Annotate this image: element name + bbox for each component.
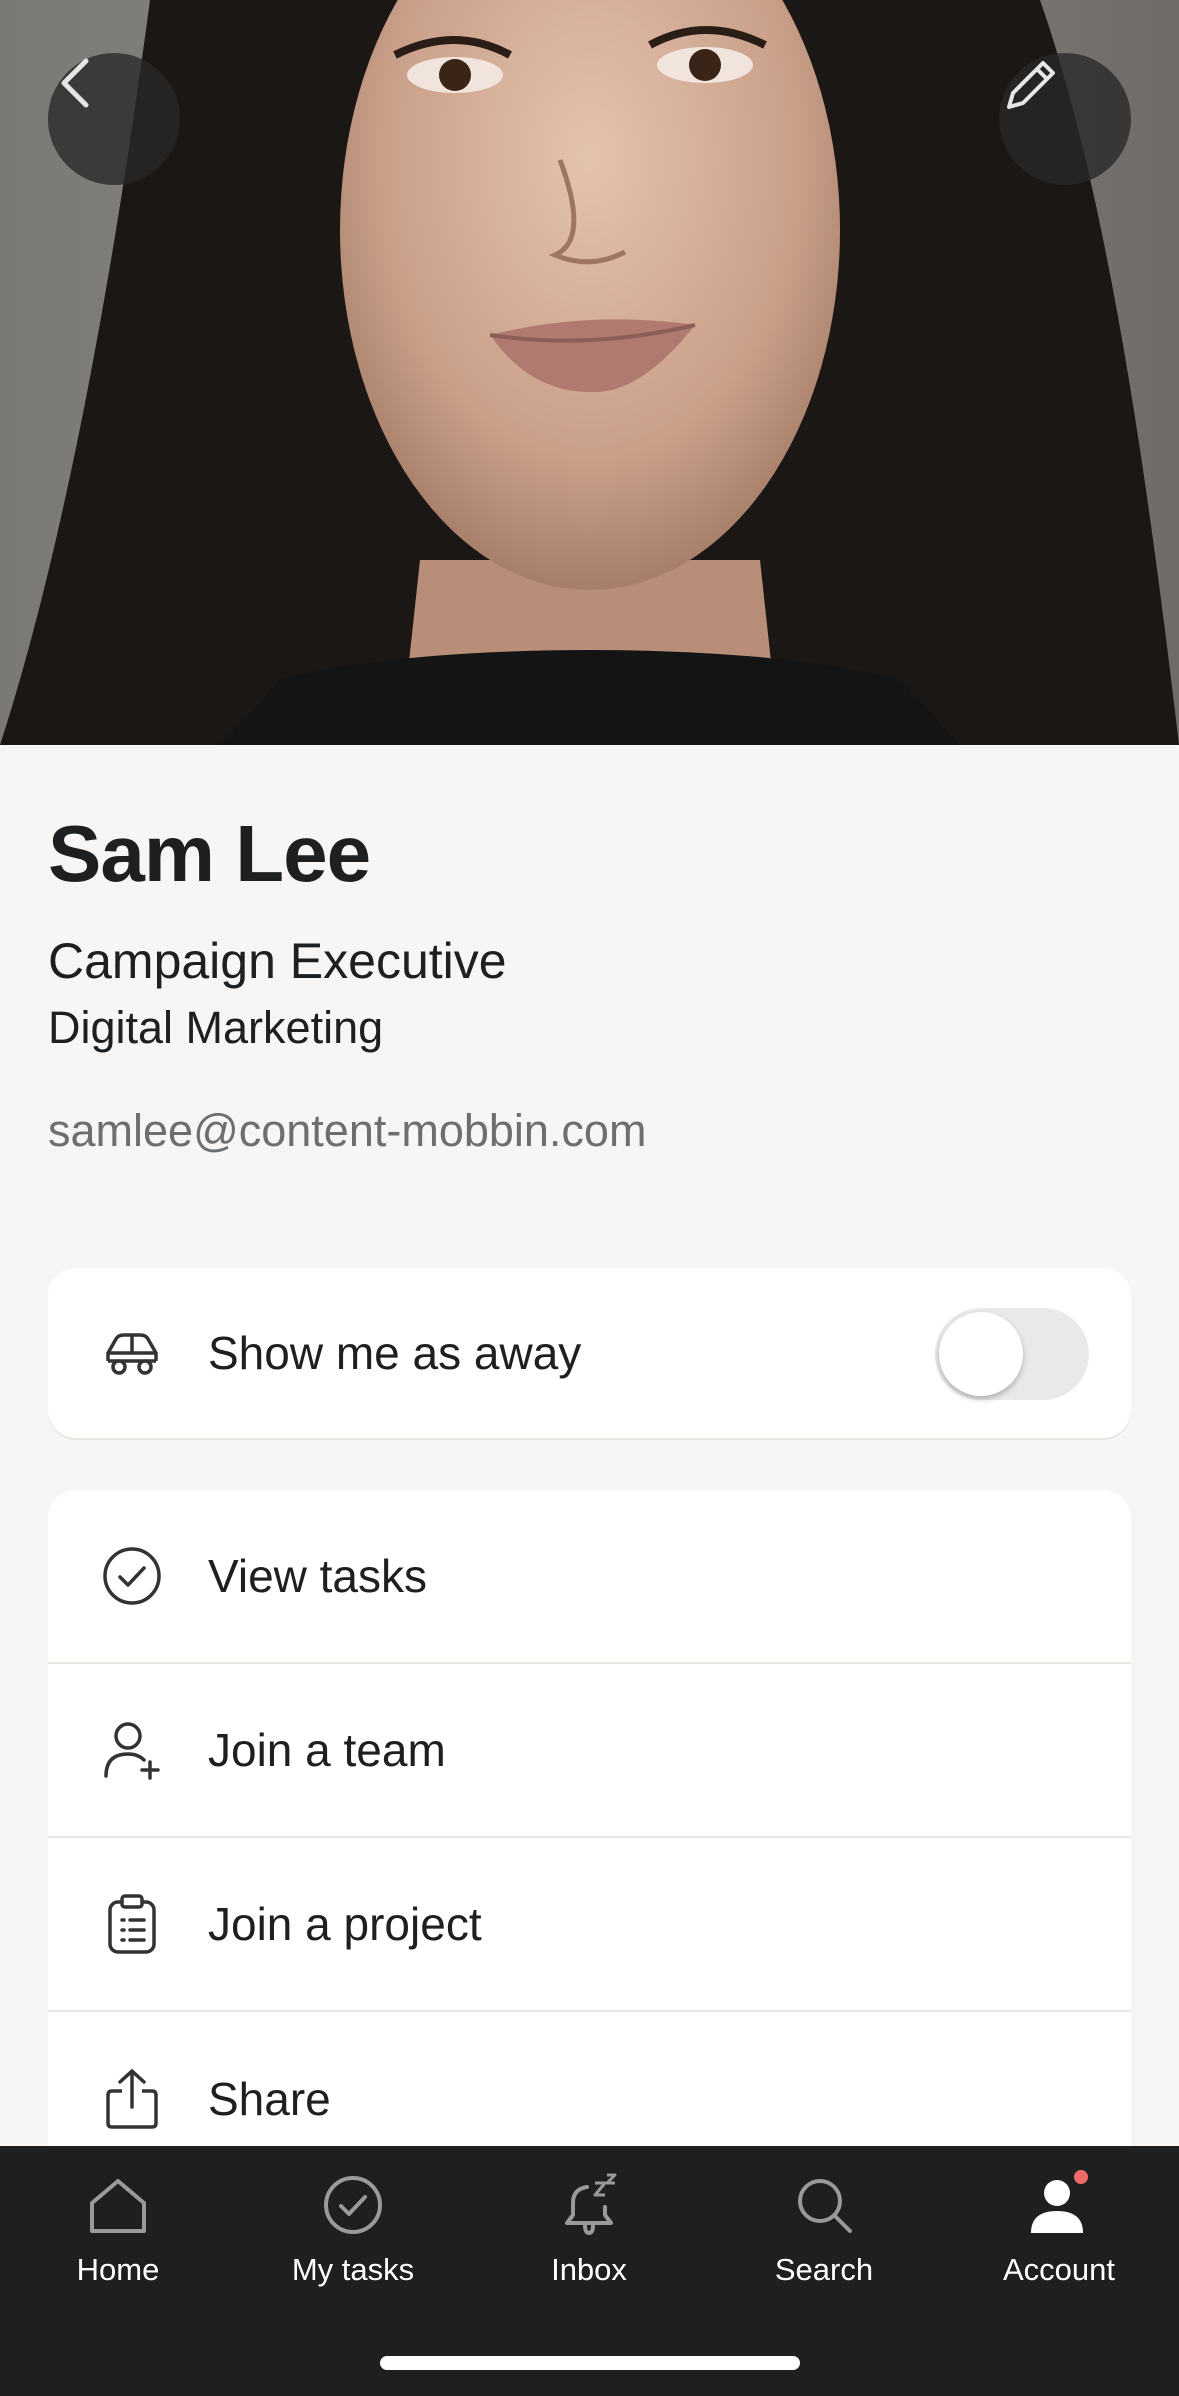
search-icon bbox=[789, 2170, 859, 2240]
profile-department: Digital Marketing bbox=[48, 1002, 384, 1053]
tab-account-label: Account bbox=[1002, 2252, 1115, 2287]
view-tasks-row[interactable]: View tasks bbox=[48, 1490, 1131, 1664]
join-project-label: Join a project bbox=[208, 1898, 482, 1950]
tab-account[interactable]: Account bbox=[959, 2167, 1159, 2288]
account-icon bbox=[1024, 2167, 1094, 2240]
away-toggle[interactable] bbox=[935, 1308, 1089, 1400]
check-circle-icon bbox=[318, 2170, 388, 2240]
share-label: Share bbox=[208, 2073, 331, 2125]
actions-card: View tasks Join a team Join a project Sh… bbox=[48, 1490, 1131, 2250]
home-indicator[interactable] bbox=[380, 2356, 800, 2370]
tab-inbox-label: Inbox bbox=[551, 2252, 627, 2287]
profile-name: Sam Lee bbox=[48, 809, 371, 898]
join-team-label: Join a team bbox=[208, 1724, 446, 1776]
show-away-row[interactable]: Show me as away bbox=[48, 1268, 1131, 1438]
share-icon bbox=[100, 2067, 164, 2131]
profile-job-title: Campaign Executive bbox=[48, 933, 507, 989]
profile-email[interactable]: samlee@content-mobbin.com bbox=[48, 1105, 646, 1157]
tab-home-label: Home bbox=[76, 2252, 160, 2287]
pencil-icon bbox=[1007, 61, 1055, 109]
back-button[interactable] bbox=[48, 53, 180, 185]
add-person-icon bbox=[100, 1718, 164, 1782]
show-away-label: Show me as away bbox=[208, 1327, 582, 1379]
away-card: Show me as away bbox=[48, 1268, 1131, 1438]
edit-profile-button[interactable] bbox=[999, 53, 1131, 185]
clipboard-icon bbox=[100, 1892, 164, 1956]
tab-search[interactable]: Search bbox=[724, 2170, 924, 2288]
profile-photo bbox=[0, 0, 1179, 745]
home-icon bbox=[83, 2170, 153, 2240]
tab-my-tasks[interactable]: My tasks bbox=[253, 2170, 453, 2288]
check-circle-icon bbox=[100, 1544, 164, 1608]
tab-home[interactable]: Home bbox=[18, 2170, 218, 2288]
car-icon bbox=[100, 1321, 164, 1385]
tab-inbox[interactable]: Inbox bbox=[489, 2170, 689, 2288]
toggle-knob bbox=[939, 1312, 1023, 1396]
notification-dot bbox=[1071, 2167, 1091, 2187]
join-project-row[interactable]: Join a project bbox=[48, 1838, 1131, 2012]
tab-my-tasks-label: My tasks bbox=[291, 2252, 415, 2287]
bell-snooze-icon bbox=[554, 2170, 624, 2240]
tab-search-label: Search bbox=[774, 2252, 874, 2287]
view-tasks-label: View tasks bbox=[208, 1550, 428, 1602]
chevron-left-icon bbox=[61, 58, 89, 108]
join-team-row[interactable]: Join a team bbox=[48, 1664, 1131, 1838]
